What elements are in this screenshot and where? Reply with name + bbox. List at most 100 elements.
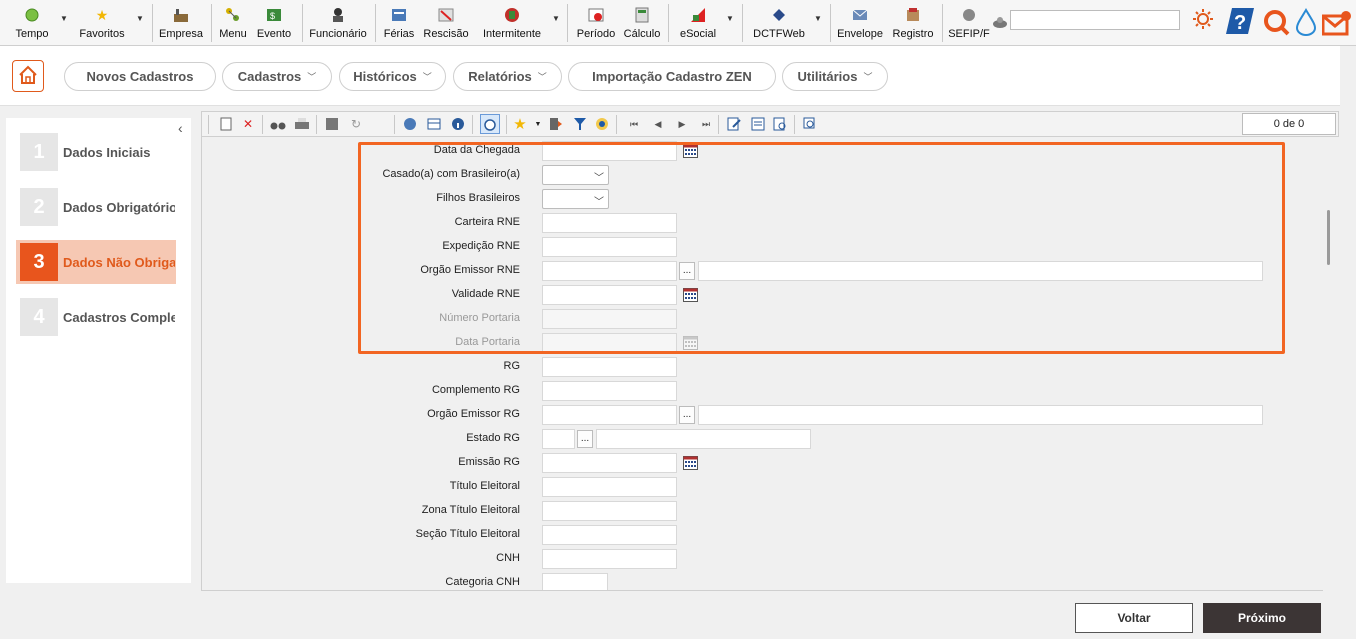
estado-rg-lookup-button[interactable]: ... [577,430,593,448]
back-button[interactable]: Voltar [1075,603,1193,633]
toolbar-rescisao-button[interactable]: Rescisão [422,4,470,42]
data-chegada-input[interactable] [542,141,677,161]
form-scrollbar[interactable] [1323,137,1339,591]
menu-utilitarios[interactable]: Utilitários ﹀ [782,62,888,91]
first-record-icon[interactable]: ⏮ [626,116,642,132]
toolbar-menu-button[interactable]: Menu [216,4,250,42]
carteira-rne-input[interactable] [542,213,677,233]
binoculars-icon[interactable] [270,116,286,132]
edit-icon[interactable] [324,116,340,132]
toolbar-esocial-button[interactable]: eSocial [676,4,720,42]
menu-relatorios[interactable]: Relatórios ﹀ [453,62,562,91]
orgao-emissor-rne-description[interactable] [698,261,1263,281]
wizard-step-4[interactable]: 4 Cadastros Compler [16,295,176,339]
wizard-step-1[interactable]: 1 Dados Iniciais [16,130,176,174]
report-icon[interactable] [750,116,766,132]
event-icon: $ [265,6,283,24]
calendar-icon[interactable] [683,144,698,158]
orgao-emissor-rg-input[interactable] [542,405,677,425]
new-record-icon[interactable] [218,116,234,132]
home-button[interactable] [12,60,44,92]
toolbar-sefip-button[interactable]: SEFIP/F [948,4,990,42]
toolbar-funcionario-button[interactable]: Funcionário [308,4,368,42]
water-drop-icon[interactable] [1294,8,1318,39]
toolbar-intermitente-button[interactable]: Intermitente [478,4,546,42]
toolbar-separator [375,4,376,42]
expedicao-rne-input[interactable] [542,237,677,257]
estado-rg-input[interactable] [542,429,575,449]
orgao-emissor-rne-lookup-button[interactable]: ... [679,262,695,280]
esocial-icon [689,6,707,24]
stopwatch-icon[interactable] [480,114,500,134]
next-record-icon[interactable]: ▶ [674,116,690,132]
mail-alert-icon[interactable] [1321,10,1352,41]
settings-gear-icon[interactable] [1192,8,1214,33]
next-button[interactable]: Próximo [1203,603,1321,633]
delete-icon[interactable]: ✕ [240,116,256,132]
toolbar-calculo-button[interactable]: Cálculo [622,4,662,42]
dctfweb-dropdown-icon[interactable]: ▼ [814,14,822,23]
orgao-emissor-rne-input[interactable] [542,261,677,281]
intermittent-icon [503,6,521,24]
cnh-input[interactable] [542,549,677,569]
favorite-dropdown-icon[interactable]: ▼ [530,116,546,132]
form-scrollbar-thumb[interactable] [1327,210,1330,265]
zoom-icon[interactable] [802,116,818,132]
toolbar-favoritos-button[interactable]: ★ Favoritos [74,4,130,42]
filhos-brasileiros-select[interactable]: ﹀ [542,189,609,209]
help-icon[interactable]: ? [1226,6,1254,39]
estado-rg-description[interactable] [596,429,811,449]
menu-historicos[interactable]: Históricos ﹀ [339,62,446,91]
toolbar-evento-button[interactable]: $ Evento [254,4,294,42]
rg-input[interactable] [542,357,677,377]
toolbar-tempo-button[interactable]: Tempo [10,4,54,42]
prev-record-icon[interactable]: ◀ [650,116,666,132]
toolbar-search-input[interactable] [1010,10,1180,30]
secao-titulo-eleitoral-input[interactable] [542,525,677,545]
print-icon[interactable] [294,116,310,132]
orgao-emissor-rg-description[interactable] [698,405,1263,425]
tempo-dropdown-icon[interactable]: ▼ [60,14,68,23]
menu-cadastros[interactable]: Cadastros ﹀ [222,62,332,91]
favoritos-dropdown-icon[interactable]: ▼ [136,14,144,23]
casado-brasileiro-select[interactable]: ﹀ [542,165,609,185]
complemento-rg-input[interactable] [542,381,677,401]
toolbar-empresa-button[interactable]: Empresa [158,4,204,42]
menu-novos-cadastros[interactable]: Novos Cadastros [64,62,216,91]
orgao-emissor-rg-lookup-button[interactable]: ... [679,406,695,424]
menu-importacao-cadastro-zen[interactable]: Importação Cadastro ZEN [568,62,776,91]
export-icon[interactable] [548,116,564,132]
report-search-icon[interactable] [772,116,788,132]
esocial-dropdown-icon[interactable]: ▼ [726,14,734,23]
info-icon[interactable] [450,116,466,132]
refresh-icon[interactable]: ↻ [348,116,364,132]
filter-clear-icon[interactable] [594,116,610,132]
toolbar-ferias-button[interactable]: Férias [380,4,418,42]
grid-view-icon[interactable] [426,116,442,132]
globe-icon[interactable] [402,116,418,132]
q-search-icon[interactable] [1262,8,1290,39]
period-icon [587,6,605,24]
calendar-icon[interactable] [683,288,698,302]
collapse-chevron-icon[interactable]: ‹ [178,120,183,136]
last-record-icon[interactable]: ⏭ [698,116,714,132]
favorite-star-icon[interactable]: ★ [512,116,528,133]
menu-tree-icon [224,6,242,24]
intermitente-dropdown-icon[interactable]: ▼ [552,14,560,23]
dctfweb-icon [770,6,788,24]
toolbar-periodo-button[interactable]: Período [574,4,618,42]
calendar-icon[interactable] [683,456,698,470]
zona-titulo-eleitoral-input[interactable] [542,501,677,521]
emissao-rg-input[interactable] [542,453,677,473]
toolbar-envelope-button[interactable]: Envelope [836,4,884,42]
document-edit-icon[interactable] [726,116,742,132]
filter-icon[interactable] [572,116,588,132]
termination-icon [437,6,455,24]
toolbar-registro-button[interactable]: Registro [888,4,938,42]
validade-rne-input[interactable] [542,285,677,305]
wizard-step-3[interactable]: 3 Dados Não Obrigat [16,240,176,284]
titulo-eleitoral-input[interactable] [542,477,677,497]
toolbar-dctfweb-button[interactable]: DCTFWeb [750,4,808,42]
categoria-cnh-input[interactable] [542,573,608,590]
wizard-step-2[interactable]: 2 Dados Obrigatório [16,185,176,229]
